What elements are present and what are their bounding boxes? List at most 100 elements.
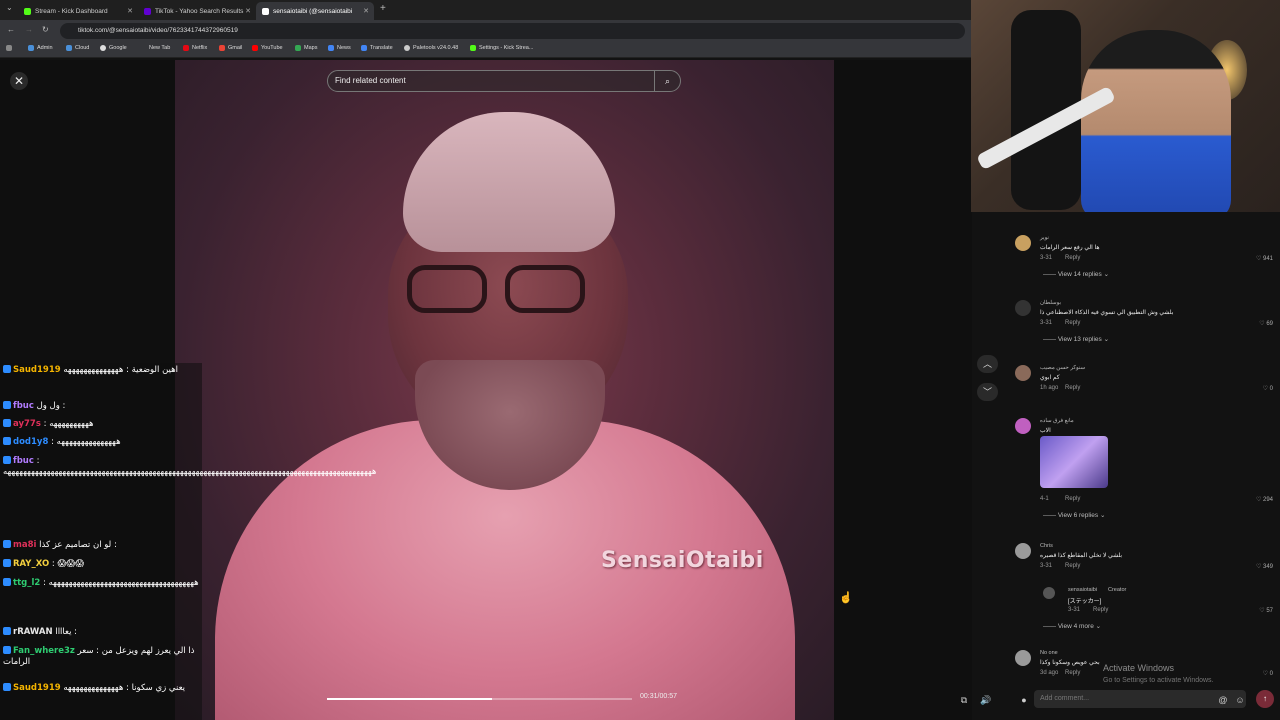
bookmark-news[interactable]: News [328,45,351,51]
comment-author[interactable]: سنوكر حسن مصيب [1040,365,1085,371]
bookmark-maps[interactable]: Maps [295,45,317,51]
streamer-webcam [971,0,1280,212]
chat-username[interactable]: dod1y8 [13,437,48,447]
chat-username[interactable]: Saud1919 [13,365,61,375]
reply-button[interactable]: Reply [1065,385,1080,391]
chat-username[interactable]: ma8i [13,540,36,550]
close-tab-icon[interactable]: ✕ [127,7,133,15]
tab-tiktok-active[interactable]: sensaiotaibi (@sensaiotaibi ✕ [256,2,374,20]
comment-author[interactable]: Chris [1040,543,1053,549]
url-field[interactable]: tiktok.com/@sensaiotaibi/video/762334174… [60,23,965,39]
avatar[interactable] [1015,418,1031,434]
like-count[interactable]: ♡ 294 [1256,496,1273,503]
find-related-search[interactable]: Find related content ⌕ [327,70,681,92]
new-tab-button[interactable]: + [380,3,386,14]
view-replies-button[interactable]: —— View 4 more ⌄ [1043,622,1101,630]
close-video-button[interactable]: ✕ [10,72,28,90]
mention-icon[interactable]: @ [1215,692,1231,708]
comment-author[interactable]: بوسلطان [1040,300,1061,306]
like-count[interactable]: ♡ 69 [1259,320,1273,327]
like-count[interactable]: ♡ 57 [1259,607,1273,614]
chat-username[interactable]: rRAWAN [13,627,53,637]
like-count[interactable]: ♡ 0 [1263,670,1273,677]
bookmark-netflix[interactable]: Netflix [183,45,207,51]
bookmark-admin[interactable]: Admin [28,45,53,51]
bookmark-kick-settings[interactable]: Settings - Kick Strea... [470,45,533,51]
chat-message: dod1y8 : هههههههههههههههه [3,437,201,448]
avatar[interactable] [1015,543,1031,559]
bookmark-icon [140,45,146,51]
heart-icon[interactable]: ♡ [1263,386,1270,392]
close-tab-icon[interactable]: ✕ [363,7,369,15]
comment-author[interactable]: نوير [1040,235,1049,241]
kick-icon [470,45,476,51]
comment-author[interactable]: مانع فرق ساده [1040,418,1074,424]
chat-username[interactable]: fbuc [13,401,34,411]
chat-username[interactable]: ttg_l2 [13,578,40,588]
comment-text: [ステッカー] [1068,599,1102,605]
like-count[interactable]: ♡ 941 [1256,255,1273,262]
bookmark-google[interactable]: Google [100,45,127,51]
view-replies-button[interactable]: —— View 13 replies ⌄ [1043,335,1109,343]
comment-sticker-image[interactable] [1040,436,1108,488]
tab-yahoo-search[interactable]: TikTok - Yahoo Search Results ✕ [138,2,256,20]
view-replies-button[interactable]: —— View 14 replies ⌄ [1043,270,1109,278]
previous-video-button[interactable]: ︿ [977,355,998,373]
chevron-down-icon: ⌄ [1101,336,1110,343]
close-tab-icon[interactable]: ✕ [245,7,251,15]
comment-author[interactable]: sensaiotaibi [1068,587,1097,593]
heart-icon[interactable]: ♡ [1256,256,1263,262]
reply-button[interactable]: Reply [1065,563,1080,569]
chat-username[interactable]: Fan_where3z [13,646,75,656]
comment-text: بحي عويص وسكونا وكذا [1040,660,1100,666]
emoji-icon[interactable]: ☺ [1232,692,1248,708]
avatar[interactable] [1015,365,1031,381]
chat-text: : ههههههههههه [43,419,94,429]
reload-icon[interactable]: ↻ [42,25,49,34]
chat-username[interactable]: fbuc [13,456,34,466]
chat-username[interactable]: ay77s [13,419,41,429]
bookmark-new-tab[interactable]: New Tab [140,45,170,51]
mouse-cursor-icon: ☝ [839,592,853,604]
avatar[interactable] [1043,587,1055,599]
reply-button[interactable]: Reply [1065,320,1080,326]
chat-message: rRAWAN يعاااا : [3,627,201,638]
chat-username[interactable]: RAY_XO [13,559,49,569]
video-progress-bar[interactable] [327,698,632,700]
reply-button[interactable]: Reply [1065,496,1080,502]
reply-button[interactable]: Reply [1065,255,1080,261]
avatar[interactable] [1015,650,1031,666]
chat-username[interactable]: Saud1919 [13,683,61,693]
forward-icon[interactable]: → [25,25,33,34]
tab-menu-icon[interactable]: ⌄ [6,3,13,12]
tab-kick-dashboard[interactable]: Stream - Kick Dashboard ✕ [18,2,138,20]
view-replies-button[interactable]: —— View 6 replies ⌄ [1043,511,1105,519]
next-video-button[interactable]: ﹀ [977,383,998,401]
heart-icon[interactable]: ♡ [1256,564,1263,570]
avatar[interactable] [1015,235,1031,251]
like-count[interactable]: ♡ 349 [1256,563,1273,570]
reply-button[interactable]: Reply [1065,670,1080,676]
avatar[interactable] [1015,300,1031,316]
like-number: 57 [1266,608,1273,614]
like-count[interactable]: ♡ 0 [1263,385,1273,392]
post-comment-button[interactable]: ↑ [1256,690,1274,708]
back-icon[interactable]: ← [7,25,15,34]
chat-badge-icon [3,627,11,635]
search-icon[interactable]: ⌕ [654,71,680,91]
reply-button[interactable]: Reply [1093,607,1108,613]
bookmark-youtube[interactable]: YouTube [252,45,283,51]
chevron-down-icon: ⌄ [1101,271,1110,278]
like-number: 294 [1262,497,1273,503]
bookmark-paletools[interactable]: Paletools v24.0.48 [404,45,458,51]
video-player[interactable]: Find related content ⌕ SensaiOtaibi 00:3… [175,60,834,720]
heart-icon[interactable]: ♡ [1263,671,1270,677]
bookmark-gmail[interactable]: Gmail [219,45,242,51]
comment-author[interactable]: No one [1040,650,1058,656]
pip-icon[interactable]: ⧉ [956,692,972,708]
heart-icon[interactable]: ♡ [1256,497,1263,503]
apps-grid-icon[interactable] [6,45,15,51]
bookmark-translate[interactable]: Translate [361,45,393,51]
volume-icon[interactable]: 🔊 [978,692,994,708]
bookmark-cloud[interactable]: Cloud [66,45,89,51]
